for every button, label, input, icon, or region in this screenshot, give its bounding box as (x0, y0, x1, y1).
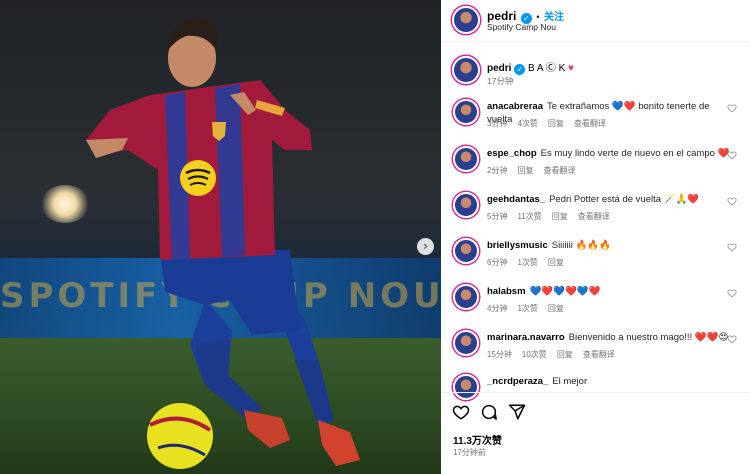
comment-likes[interactable]: 1次赞 (517, 258, 537, 267)
comment-text: Siiiiiii 🔥🔥🔥 (551, 240, 611, 251)
commenter-avatar[interactable] (453, 284, 479, 310)
caption-time: 17分钟 (487, 76, 514, 86)
commenter-avatar[interactable] (453, 99, 479, 125)
comment-meta: 3分钟 4次赞 回复 查看翻译 (487, 118, 616, 129)
comment-likes[interactable]: 4次赞 (517, 119, 537, 128)
comment-row: geehdantas_ Pedri Potter está de vuelta 🪄… (441, 192, 750, 228)
comment-likes[interactable]: 11次赞 (517, 212, 541, 221)
comment-text: El mejor (552, 376, 588, 387)
comment-like-heart-icon[interactable] (727, 242, 737, 252)
comment-meta: 6分钟 1次赞 回复 (487, 257, 574, 268)
comment-text-row: briellysmusic Siiiiiii 🔥🔥🔥 (487, 239, 737, 252)
comment-meta: 4分钟 1次赞 回复 (487, 303, 574, 314)
comment-row: halabsm 💙❤️💙❤️💙❤️ 4分钟 1次赞 回复 (441, 284, 750, 320)
comment-row: anacabreraa Te extrañamos 💙❤️ bonito tene… (441, 99, 750, 135)
comment-like-heart-icon[interactable] (727, 334, 737, 344)
caption-row: pedri ✓ B A Ⓒ K ♥ 17分钟 (441, 56, 750, 86)
comment-like-heart-icon[interactable] (727, 150, 737, 160)
likes-count[interactable]: 11.3万次赞 (453, 432, 502, 447)
comment-text-row: halabsm 💙❤️💙❤️💙❤️ (487, 285, 737, 298)
comment-text-row: espe_chop Es muy lindo verte de nuevo en … (487, 147, 737, 160)
comment-meta: 15分钟 10次赞 回复 查看翻译 (487, 349, 625, 360)
comment-text: 💙❤️💙❤️💙❤️ (529, 286, 601, 297)
commenter-username[interactable]: briellysmusic (487, 240, 548, 251)
share-icon[interactable] (508, 403, 526, 421)
post-time: 17分钟前 (453, 448, 486, 457)
commenter-username[interactable]: marinara.navarro (487, 332, 565, 343)
reply-button[interactable]: 回复 (552, 212, 568, 221)
commenter-avatar[interactable] (453, 192, 479, 218)
caption-avatar[interactable] (452, 56, 480, 84)
comment-meta: 5分钟 11次赞 回复 查看翻译 (487, 211, 620, 222)
comment-row: briellysmusic Siiiiiii 🔥🔥🔥 6分钟 1次赞 回复 (441, 238, 750, 274)
reply-button[interactable]: 回复 (517, 166, 533, 175)
comment-time: 5分钟 (487, 212, 508, 221)
commenter-avatar[interactable] (453, 146, 479, 172)
commenter-avatar[interactable] (453, 330, 479, 356)
comment-text: Bienvenido a nuestro mago!!! ❤️❤️😍 (568, 332, 729, 343)
reply-button[interactable]: 回复 (548, 258, 564, 267)
commenter-avatar[interactable] (453, 238, 479, 264)
comment-text-row: _ncrdperaza_ El mejor (487, 375, 737, 388)
comment-like-heart-icon[interactable] (727, 103, 737, 113)
post-header: pedri ✓ • 关注 Spotify Camp Nou (441, 0, 750, 42)
comment-row: marinara.navarro Bienvenido a nuestro mag… (441, 330, 750, 366)
comment-time: 4分钟 (487, 304, 508, 313)
translate-button[interactable]: 查看翻译 (574, 119, 606, 128)
caption-text: B A Ⓒ K (528, 63, 566, 74)
comment-time: 2分钟 (487, 166, 508, 175)
comment-text: Es muy lindo verte de nuevo en el campo … (540, 148, 730, 159)
reply-button[interactable]: 回复 (548, 304, 564, 313)
post-panel: pedri ✓ • 关注 Spotify Camp Nou pedri ✓ B … (441, 0, 750, 474)
commenter-username[interactable]: _ncrdperaza_ (487, 376, 548, 387)
comment-icon[interactable] (480, 403, 498, 421)
comment-text-row: marinara.navarro Bienvenido a nuestro mag… (487, 331, 737, 344)
commenter-username[interactable]: halabsm (487, 286, 526, 297)
translate-button[interactable]: 查看翻译 (578, 212, 610, 221)
comment-time: 6分钟 (487, 258, 508, 267)
comment-like-heart-icon[interactable] (727, 196, 737, 206)
comment-like-heart-icon[interactable] (727, 288, 737, 298)
heart-icon[interactable] (452, 403, 470, 421)
comment-meta: 2分钟 回复 查看翻译 (487, 165, 585, 176)
player-illustration (86, 17, 360, 469)
comment-text-row: geehdantas_ Pedri Potter está de vuelta 🪄… (487, 193, 737, 206)
comment-time: 15分钟 (487, 350, 512, 359)
translate-button[interactable]: 查看翻译 (583, 350, 615, 359)
comment-likes[interactable]: 1次赞 (517, 304, 537, 313)
caption-username[interactable]: pedri (487, 63, 511, 74)
author-username[interactable]: pedri (487, 9, 516, 23)
comment-likes[interactable]: 10次赞 (522, 350, 547, 359)
caption-heart-icon: ♥ (568, 63, 574, 74)
reply-button[interactable]: 回复 (557, 350, 573, 359)
author-avatar[interactable] (452, 6, 480, 34)
reply-button[interactable]: 回复 (548, 119, 564, 128)
caption-text-row: pedri ✓ B A Ⓒ K ♥ (487, 59, 574, 75)
comment-row: espe_chop Es muy lindo verte de nuevo en … (441, 146, 750, 182)
comment-text: Pedri Potter está de vuelta 🪄🙏❤️ (549, 194, 700, 205)
commenter-username[interactable]: anacabreraa (487, 101, 543, 112)
commenter-username[interactable]: espe_chop (487, 148, 537, 159)
carousel-next-button[interactable]: › (417, 238, 434, 255)
translate-button[interactable]: 查看翻译 (543, 166, 575, 175)
commenter-username[interactable]: geehdantas_ (487, 194, 545, 205)
post-photo[interactable]: SPOTIFY CAMP NOU (0, 0, 441, 474)
comment-time: 3分钟 (487, 119, 508, 128)
location-link[interactable]: Spotify Camp Nou (487, 22, 556, 32)
verified-badge-icon: ✓ (514, 64, 526, 75)
post-footer: 11.3万次赞 17分钟前 (441, 392, 750, 474)
